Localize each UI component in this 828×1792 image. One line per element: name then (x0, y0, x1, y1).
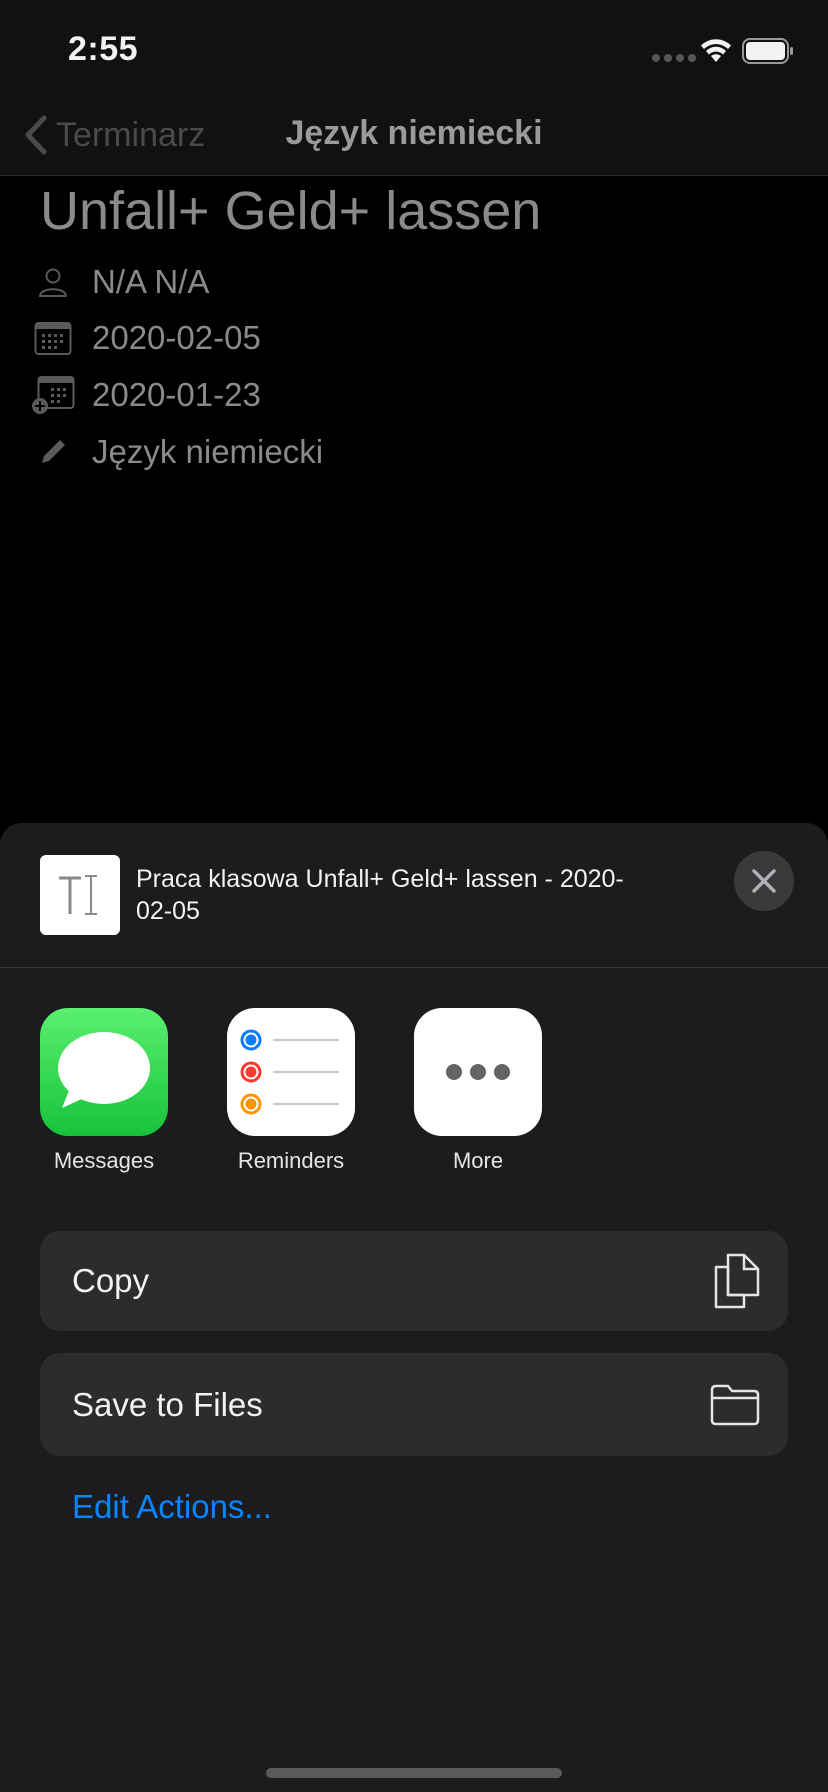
due-date-text: 2020-02-05 (92, 319, 261, 356)
subject-row: Język niemiecki (28, 427, 323, 477)
cellular-signal-icon (652, 54, 696, 62)
teacher-row: N/A N/A (28, 257, 209, 307)
close-icon (752, 869, 776, 893)
app-more[interactable]: More (403, 1008, 553, 1174)
app-row: Messages Reminders More (0, 1008, 828, 1178)
calendar-icon (28, 313, 78, 363)
app-reminders-label: Reminders (237, 1148, 345, 1173)
screen: 2:55 Terminarz Język niemiecki Unfall+ G… (0, 0, 828, 1792)
share-sheet-header: Praca klasowa Unfall+ Geld+ lassen - 202… (0, 823, 828, 968)
navigation-bar: Terminarz Język niemiecki (0, 100, 828, 176)
app-reminders[interactable]: Reminders (216, 1008, 366, 1174)
battery-icon (742, 38, 793, 64)
detail-view: 2:55 Terminarz Język niemiecki Unfall+ G… (0, 0, 828, 830)
pencil-icon (28, 427, 78, 477)
more-icon (414, 1008, 542, 1136)
teacher-text: N/A N/A (92, 263, 210, 300)
status-bar: 2:55 (0, 0, 828, 100)
copy-action[interactable]: Copy (40, 1231, 788, 1331)
app-messages[interactable]: Messages (29, 1008, 179, 1174)
app-messages-label: Messages (53, 1148, 155, 1173)
status-time: 2:55 (68, 30, 139, 68)
subject-text: Język niemiecki (92, 433, 324, 470)
save-to-files-label: Save to Files (72, 1385, 263, 1423)
nav-title-text: Język niemiecki (285, 114, 543, 152)
home-indicator[interactable] (266, 1768, 562, 1778)
calendar-add-icon (28, 370, 78, 420)
messages-icon (40, 1008, 168, 1136)
folder-icon (710, 1384, 760, 1425)
text-document-icon (40, 855, 120, 935)
due-date-row: 2020-02-05 (28, 313, 261, 363)
share-sheet: Praca klasowa Unfall+ Geld+ lassen - 202… (0, 823, 828, 1792)
copy-icon (714, 1253, 760, 1309)
share-item-title: Praca klasowa Unfall+ Geld+ lassen - 202… (136, 865, 624, 925)
app-more-label: More (452, 1148, 504, 1173)
copy-action-label: Copy (72, 1262, 150, 1299)
person-icon (28, 257, 78, 307)
event-title: Unfall+ Geld+ lassen (40, 181, 542, 241)
nav-title: Język niemiecki (0, 114, 828, 153)
close-button[interactable] (734, 851, 794, 911)
reminders-icon (227, 1008, 355, 1136)
wifi-icon (701, 39, 731, 62)
added-date-row: 2020-01-23 (28, 370, 261, 420)
edit-actions-link[interactable]: Edit Actions... (72, 1488, 272, 1526)
save-to-files-action[interactable]: Save to Files (40, 1353, 788, 1456)
added-date-text: 2020-01-23 (92, 376, 261, 413)
